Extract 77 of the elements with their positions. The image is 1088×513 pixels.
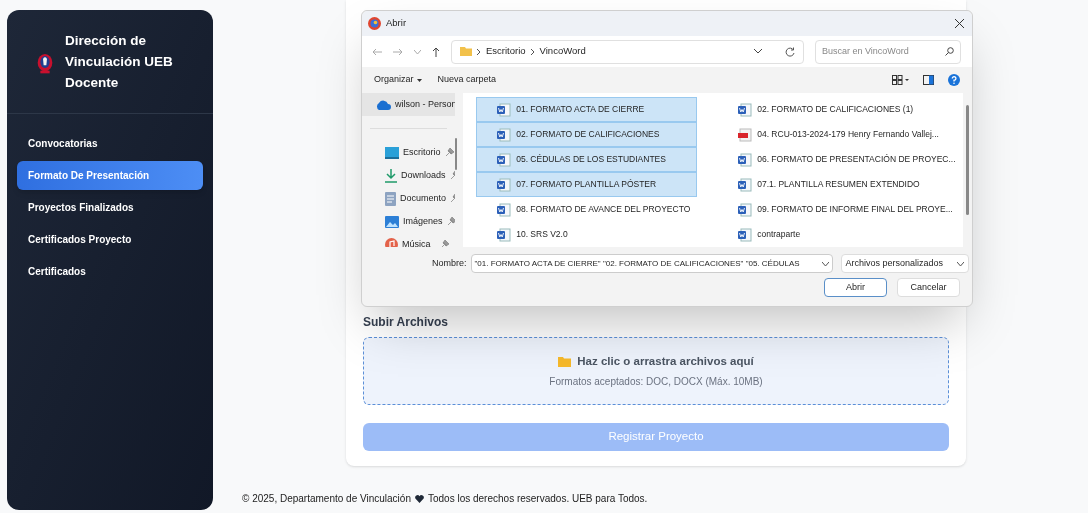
file-item[interactable]: 01. FORMATO ACTA DE CIERRE	[476, 97, 698, 122]
nav-pane-item[interactable]: Escritorio	[362, 141, 456, 164]
nav-pane-item[interactable]: Documento	[362, 187, 456, 210]
section-heading: Subir Archivos	[363, 314, 449, 331]
desktop-icon	[385, 146, 399, 159]
word-file-icon	[738, 177, 753, 192]
dialog-title: Abrir	[386, 16, 407, 31]
folder-icon	[460, 47, 472, 56]
footer-text: Todos los derechos reservados. UEB para Todos.	[427, 492, 648, 506]
breadcrumb-item[interactable]: VincoWord	[539, 44, 586, 59]
view-grid-icon[interactable]	[892, 75, 909, 85]
file-item[interactable]: 06. FORMATO DE PRESENTACIÓN DE PROYEC...	[717, 147, 964, 172]
word-file-icon	[738, 202, 753, 217]
document-icon	[385, 191, 396, 206]
word-file-icon	[738, 227, 753, 242]
app-logo-icon	[368, 17, 381, 30]
nav-pane-item[interactable]: wilson - Person	[362, 93, 456, 116]
download-icon	[385, 168, 397, 183]
file-dropzone[interactable]: Haz clic o arrastra archivos aquí Formatos aceptados: DOC, DOCX (Máx. 10MB)	[363, 337, 949, 405]
file-item[interactable]: 07.1. PLANTILLA RESUMEN EXTENDIDO	[717, 172, 964, 197]
sidebar-item[interactable]: Certificados	[17, 257, 203, 286]
cloud-icon	[375, 99, 391, 110]
file-type-dropdown[interactable]: Archivos personalizados	[840, 254, 969, 273]
help-icon[interactable]	[948, 74, 960, 86]
footer-text: © 2025, Departamento de Vinculación	[242, 492, 411, 506]
nav-pane-item[interactable]: Imágenes	[362, 210, 456, 233]
file-item[interactable]: 10. SRS V2.0	[476, 222, 698, 247]
file-item[interactable]: 02. FORMATO DE CALIFICACIONES	[476, 122, 698, 147]
open-button[interactable]: Abrir	[824, 278, 887, 297]
sidebar-item[interactable]: Formato De Presentación	[17, 161, 203, 190]
word-file-icon	[497, 102, 512, 117]
file-item[interactable]: 08. FORMATO DE AVANCE DEL PROYECTO	[476, 197, 698, 222]
word-file-icon	[497, 177, 512, 192]
word-file-icon	[738, 102, 753, 117]
word-file-icon	[738, 152, 753, 167]
up-arrow-icon[interactable]	[432, 46, 440, 57]
chevron-down-icon	[821, 261, 829, 266]
organize-menu[interactable]: Organizar	[374, 73, 422, 87]
sidebar-subtitle: Docente	[65, 74, 120, 92]
nav-pane-item[interactable]: Música	[362, 233, 456, 247]
file-item[interactable]: 02. FORMATO DE CALIFICACIONES (1)	[717, 97, 964, 122]
file-item[interactable]: contraparte	[717, 222, 964, 247]
new-folder-button[interactable]: Nueva carpeta	[437, 73, 497, 87]
cancel-button[interactable]: Cancelar	[897, 278, 960, 297]
filename-field[interactable]: "01. FORMATO ACTA DE CIERRE" "02. FORMATO DE CALIFICACIONES" "05. CÉDULAS	[470, 254, 833, 273]
sidebar-item[interactable]: Convocatorias	[17, 129, 203, 158]
file-item[interactable]: 05. CÉDULAS DE LOS ESTUDIANTES	[476, 147, 698, 172]
dropzone-hint: Formatos aceptados: DOC, DOCX (Máx. 10MB)	[549, 375, 763, 390]
breadcrumb-item[interactable]: Escritorio	[486, 44, 526, 59]
breadcrumb-chevron-icon	[530, 48, 535, 55]
close-icon[interactable]	[955, 19, 964, 28]
file-item[interactable]: 07. FORMATO PLANTILLA PÓSTER	[476, 172, 698, 197]
heart-icon	[414, 494, 424, 503]
word-file-icon	[497, 202, 512, 217]
sidebar-item[interactable]: Proyectos Finalizados	[17, 193, 203, 222]
address-bar[interactable]: Escritorio VincoWord	[451, 39, 804, 64]
nav-pane-item[interactable]: Downloads	[362, 164, 456, 187]
word-file-icon	[497, 227, 512, 242]
search-icon	[945, 47, 954, 56]
filename-label: Nombre:	[432, 256, 467, 270]
pictures-icon	[385, 215, 399, 228]
preview-pane-icon[interactable]	[923, 75, 934, 85]
folder-icon	[558, 356, 572, 367]
breadcrumb-chevron-icon	[477, 48, 481, 55]
sidebar-title: Dirección de Vinculación UEB	[65, 32, 174, 71]
pdf-file-icon	[738, 127, 753, 142]
search-field[interactable]: Buscar en VincoWord	[815, 39, 961, 64]
word-file-icon	[497, 152, 512, 167]
dropzone-title: Haz clic o arrastra archivos aquí	[577, 353, 754, 369]
caret-icon	[416, 78, 422, 82]
file-item[interactable]: 09. FORMATO DE INFORME FINAL DEL PROYE...	[717, 197, 964, 222]
chevron-down-icon[interactable]	[754, 49, 762, 54]
sidebar-item[interactable]: Certificados Proyecto	[17, 225, 203, 254]
word-file-icon	[497, 127, 512, 142]
file-item[interactable]: 04. RCU-013-2024-179 Henry Fernando Vallej...	[717, 122, 964, 147]
chevron-down-icon	[956, 261, 964, 266]
refresh-icon[interactable]	[785, 46, 795, 57]
